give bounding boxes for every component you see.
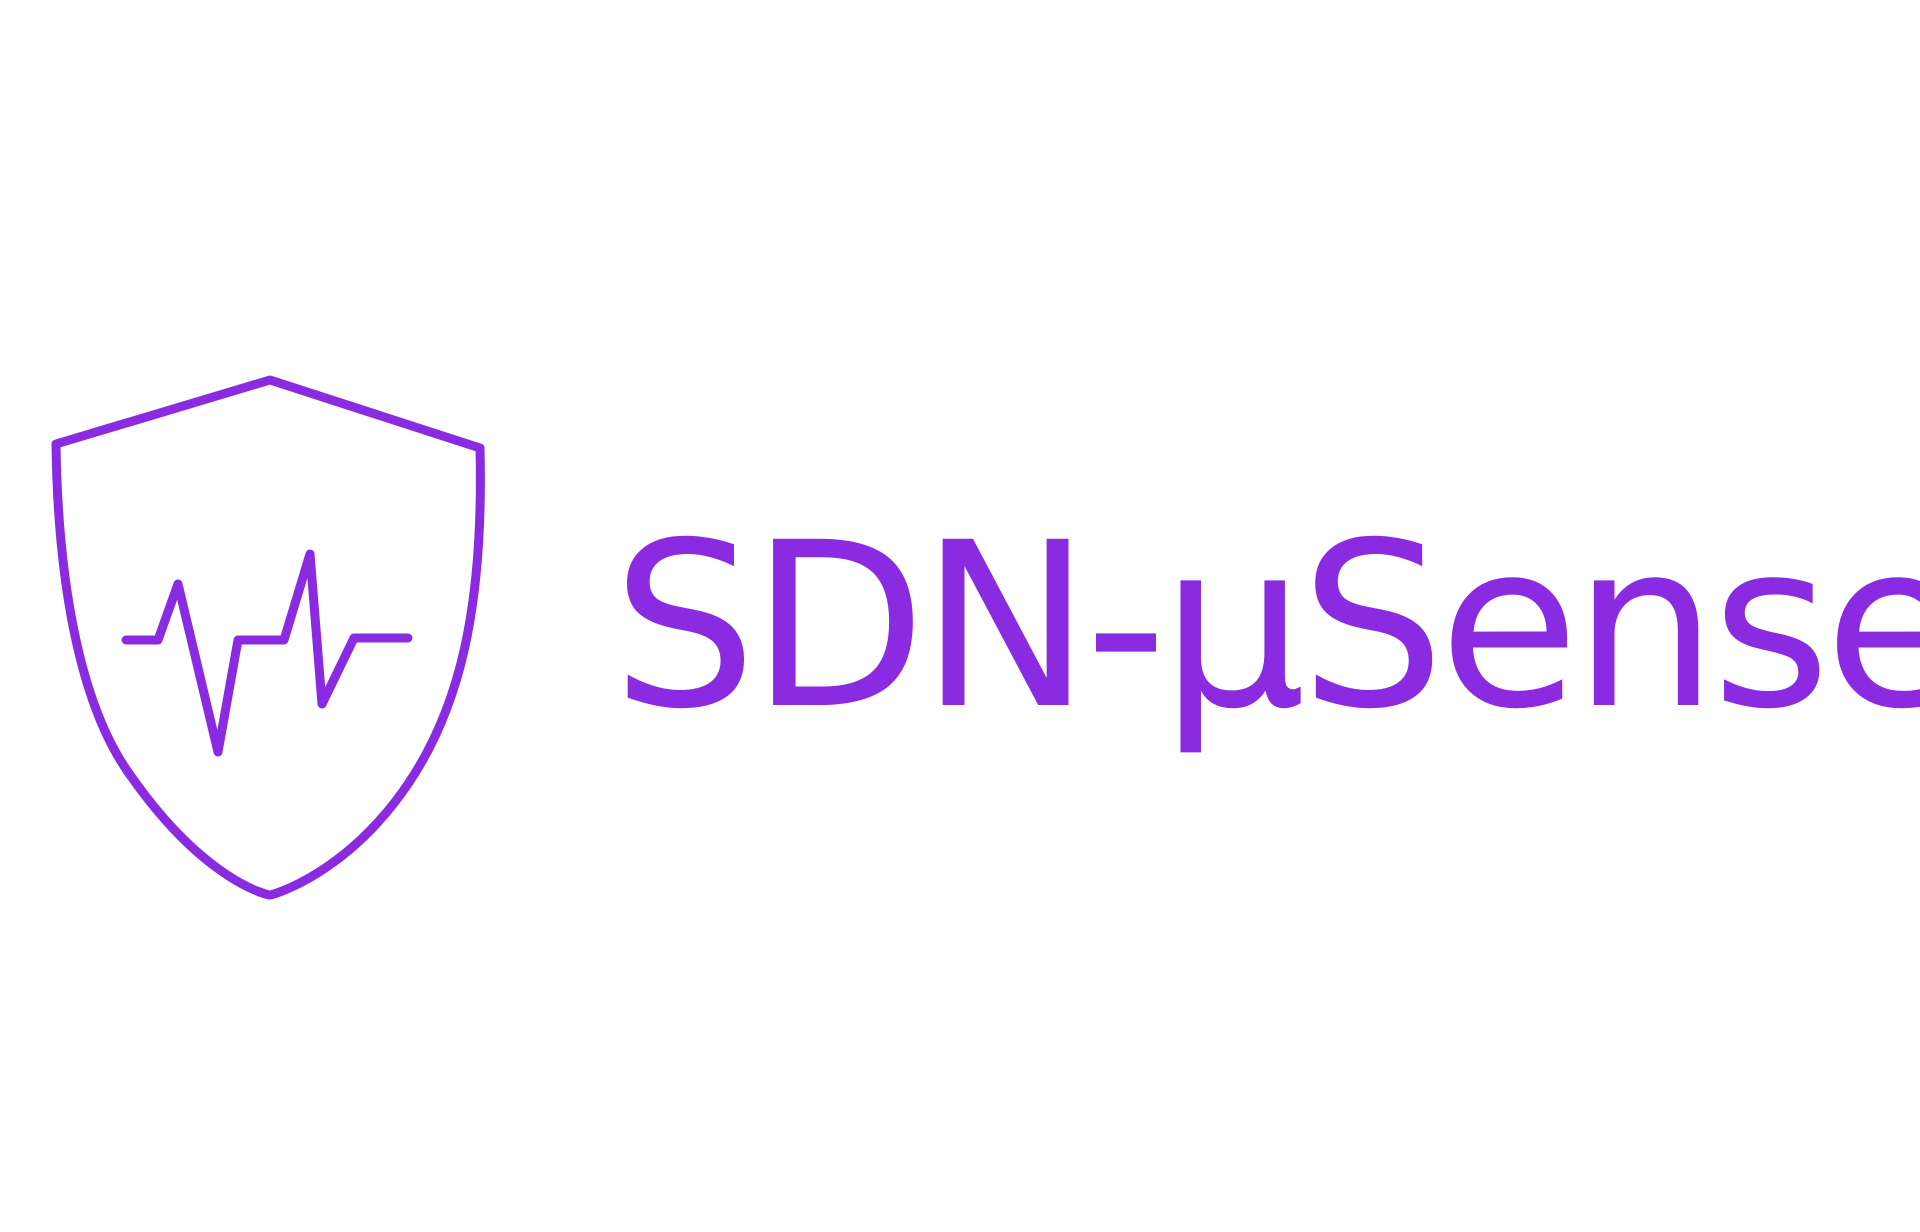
logo-canvas: SDN-μSense <box>0 0 1920 1232</box>
shield-heartbeat-icon <box>51 375 485 900</box>
heartbeat-line <box>121 549 413 757</box>
brand-wordmark: SDN-μSense <box>612 493 1920 759</box>
